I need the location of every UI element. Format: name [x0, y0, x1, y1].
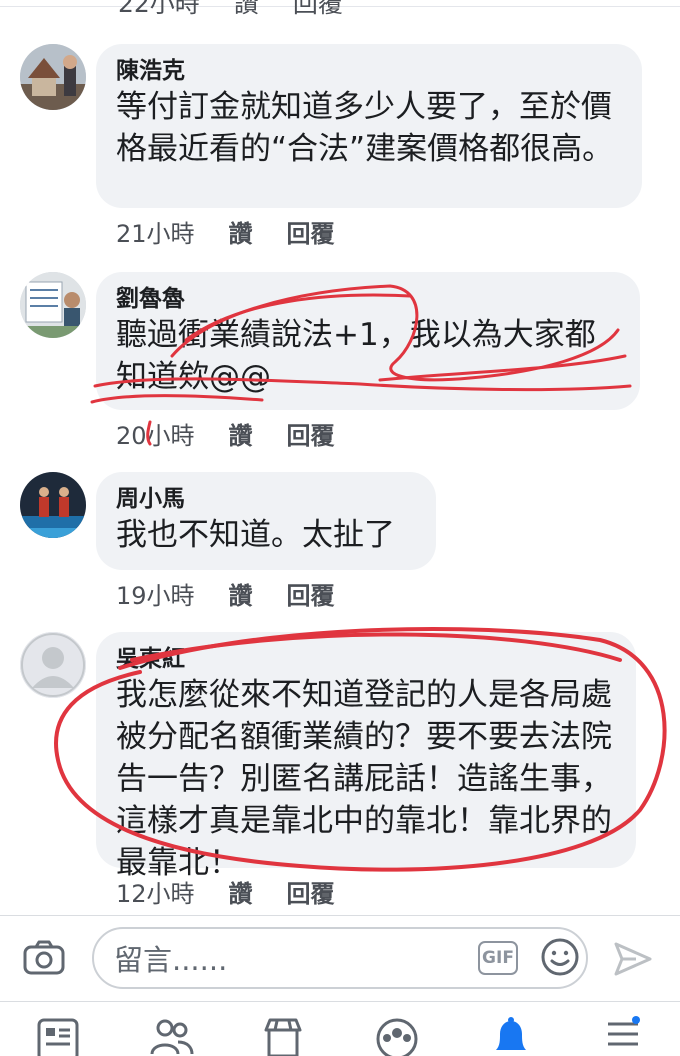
gif-button[interactable]: GIF	[478, 941, 518, 975]
comment-text: 等付訂金就知道多少人要了，至於價格最近看的“合法”建案價格都很高。	[116, 89, 614, 167]
comment-author[interactable]: 劉魯魯	[116, 284, 620, 314]
emoji-icon[interactable]	[540, 937, 580, 977]
friends-icon[interactable]	[148, 1016, 194, 1056]
previous-reply-button[interactable]: 回覆	[293, 0, 343, 20]
avatar[interactable]	[20, 44, 86, 110]
groups-icon[interactable]	[374, 1016, 420, 1056]
comment-input[interactable]	[112, 939, 456, 981]
comment-time[interactable]: 19小時	[116, 576, 195, 611]
news-feed-icon[interactable]	[35, 1016, 81, 1056]
comment-meta: 12小時 讚 回覆	[116, 874, 369, 909]
previous-comment-meta: 22小時 讚 回覆	[118, 0, 343, 20]
previous-like-button[interactable]: 讚	[234, 0, 259, 20]
send-icon[interactable]	[610, 936, 656, 982]
avatar[interactable]	[20, 472, 86, 538]
comment-bubble: 周小馬 我也不知道。太扯了	[96, 472, 436, 570]
previous-comment-time: 22小時	[118, 0, 200, 18]
comment-input-box[interactable]: GIF	[92, 927, 588, 989]
like-button[interactable]: 讚	[229, 214, 253, 249]
avatar[interactable]	[20, 272, 86, 338]
comment-time[interactable]: 20小時	[116, 416, 195, 451]
comment-meta: 19小時 讚 回覆	[116, 576, 369, 611]
comment-author[interactable]: 周小馬	[116, 484, 416, 514]
avatar[interactable]	[20, 632, 86, 698]
comment-author[interactable]: 陳浩克	[116, 56, 622, 86]
bottom-tab-bar	[0, 1001, 680, 1056]
comment-author[interactable]: 吳東紅	[116, 644, 616, 674]
comment-text: 聽過衝業績說法+1，我以為大家都知道欸@@	[116, 317, 596, 395]
comment-bubble: 劉魯魯 聽過衝業績說法+1，我以為大家都知道欸@@	[96, 272, 640, 410]
like-button[interactable]: 讚	[229, 416, 253, 451]
reply-button[interactable]: 回覆	[287, 416, 335, 451]
like-button[interactable]: 讚	[229, 874, 253, 909]
menu-icon[interactable]	[600, 1016, 646, 1056]
reply-button[interactable]: 回覆	[287, 214, 335, 249]
comment-bubble: 陳浩克 等付訂金就知道多少人要了，至於價格最近看的“合法”建案價格都很高。	[96, 44, 642, 208]
reply-button[interactable]: 回覆	[287, 874, 335, 909]
comment-time[interactable]: 12小時	[116, 874, 195, 909]
comment-time[interactable]: 21小時	[116, 214, 195, 249]
comment-meta: 20小時 讚 回覆	[116, 416, 369, 451]
like-button[interactable]: 讚	[229, 576, 253, 611]
reply-button[interactable]: 回覆	[287, 576, 335, 611]
comment-bubble: 吳東紅 我怎麼從來不知道登記的人是各局處被分配名額衝業績的？要不要去法院告一告？…	[96, 632, 636, 881]
notifications-icon[interactable]	[488, 1016, 534, 1056]
marketplace-icon[interactable]	[260, 1016, 306, 1056]
camera-icon[interactable]	[22, 936, 66, 980]
comment-text: 我怎麼從來不知道登記的人是各局處被分配名額衝業績的？要不要去法院告一告？別匿名講…	[116, 677, 612, 881]
comment-composer: GIF	[0, 915, 680, 1002]
comment-meta: 21小時 讚 回覆	[116, 214, 369, 249]
comment-text: 我也不知道。太扯了	[116, 517, 395, 553]
